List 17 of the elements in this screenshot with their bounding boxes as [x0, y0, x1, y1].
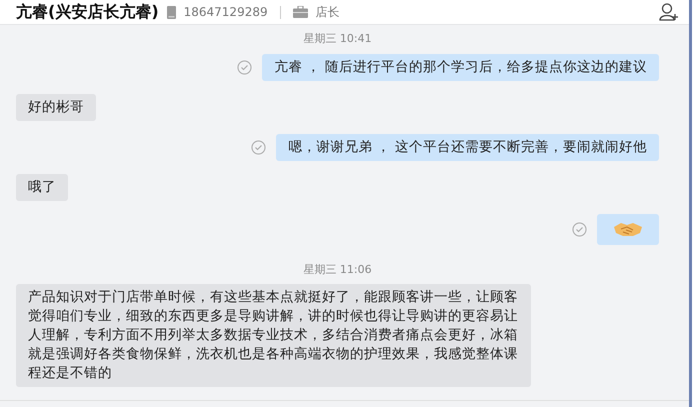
- briefcase-icon: [292, 6, 308, 18]
- timestamp: 星期三 11:06: [303, 262, 372, 278]
- message-bubble: 嗯，谢谢兄弟 ， 这个平台还需要不断完善，要闹就闹好他: [276, 134, 659, 160]
- phone-icon: [166, 6, 176, 18]
- message-bubble: 好的彬哥: [16, 94, 96, 120]
- phone-number: 18647129289: [184, 4, 268, 21]
- read-check-icon: [572, 222, 587, 236]
- handshake-icon: [613, 220, 643, 237]
- add-contact-icon[interactable]: [659, 3, 679, 21]
- message-bubble: 哦了: [16, 174, 68, 200]
- message-bubble: 亢睿 ， 随后进行平台的那个学习后，给多提点你这边的建议: [262, 54, 659, 80]
- job-title: 店长: [316, 4, 340, 21]
- timestamp: 星期三 10:41: [303, 31, 372, 47]
- read-check-icon: [237, 60, 252, 74]
- contact-name: 亢睿(兴安店长亢睿): [16, 1, 159, 23]
- message-bubble: 产品知识对于门店带单时候，有这些基本点就挺好了，能跟顾客讲一些，让顾客觉得咱们专业，细致的东西更多是导购讲解，讲的时候也得让导购讲的更容易让人理解，专利方面不用列举太多数据专业技术，多结合消费者痛点会更好，冰箱就是强调好各类食物保鲜，洗衣机也是各种高端衣物的护理效果，我感觉整体课程还是不错的: [16, 284, 531, 387]
- read-check-icon: [251, 140, 266, 154]
